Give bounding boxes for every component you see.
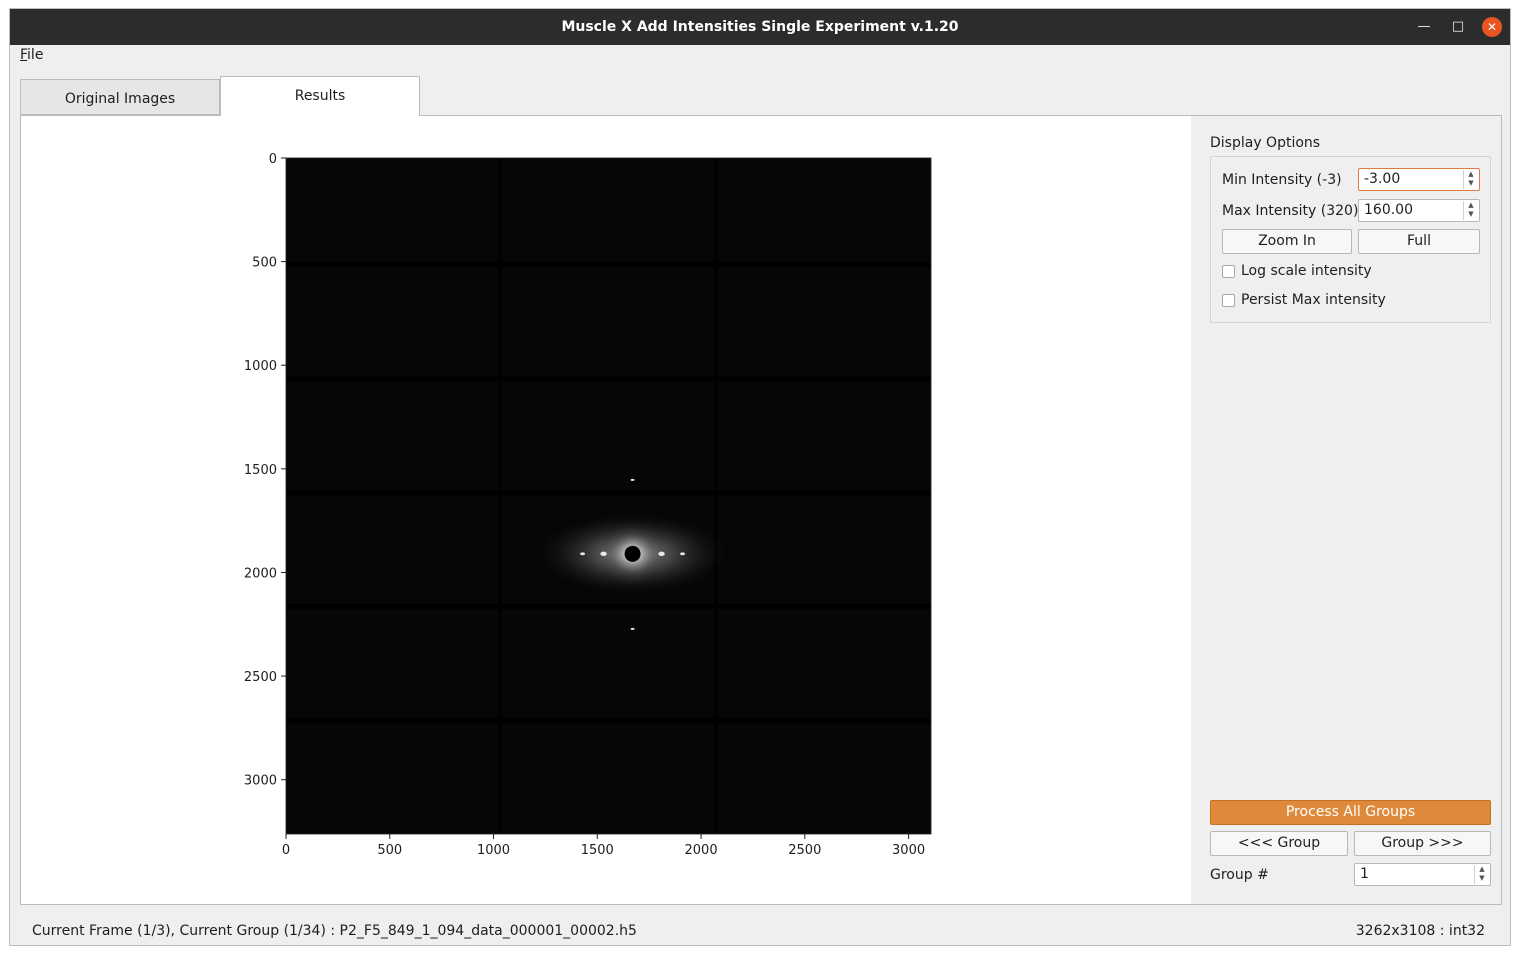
- max-intensity-value: 160.00: [1364, 202, 1413, 218]
- process-all-groups-button[interactable]: Process All Groups: [1210, 800, 1491, 825]
- prev-group-button[interactable]: <<< Group: [1210, 831, 1348, 856]
- y-tick-label: 1500: [244, 463, 277, 478]
- next-group-button[interactable]: Group >>>: [1354, 831, 1491, 856]
- detector-gap-horizontal: [286, 490, 931, 496]
- group-number-value: 1: [1360, 866, 1369, 882]
- image-plot-area: 0 500 1000 1500 2000 2500 3000 0 500 1000 1500 2000…: [21, 116, 1191, 904]
- y-tick-label: 2500: [244, 670, 277, 685]
- reflection-spot: [680, 552, 685, 556]
- maximize-icon[interactable]: □: [1448, 17, 1468, 37]
- side-panel: Display Options Min Intensity (-3) -3.00…: [1191, 116, 1501, 904]
- tab-results[interactable]: Results: [220, 76, 420, 116]
- display-options-group: Min Intensity (-3) -3.00 ▲ ▼ Max Intensit…: [1210, 156, 1491, 323]
- reflection-spot: [630, 627, 635, 630]
- display-options-title: Display Options: [1210, 135, 1321, 151]
- status-bar: Current Frame (1/3), Current Group (1/34…: [10, 915, 1510, 945]
- x-tick-label: 1000: [477, 843, 510, 858]
- x-tick-label: 1500: [581, 843, 614, 858]
- group-number-spinbox[interactable]: 1 ▲ ▼: [1354, 863, 1491, 886]
- log-scale-checkbox[interactable]: [1222, 265, 1235, 278]
- zoom-in-button[interactable]: Zoom In: [1222, 229, 1352, 254]
- reflection-spot: [580, 552, 585, 556]
- menu-bar: File: [10, 45, 1510, 67]
- persist-max-checkbox[interactable]: [1222, 294, 1235, 307]
- x-tick-label: 3000: [892, 843, 925, 858]
- y-tick-label: 0: [269, 152, 277, 167]
- image-background: [286, 158, 931, 834]
- spin-arrows-icon[interactable]: ▲ ▼: [1474, 865, 1489, 884]
- max-intensity-spinbox[interactable]: 160.00 ▲ ▼: [1358, 199, 1480, 222]
- beam-stop: [624, 545, 641, 562]
- max-intensity-label: Max Intensity (320): [1222, 203, 1359, 219]
- x-tick-label: 2500: [788, 843, 821, 858]
- detector-gap-vertical: [498, 158, 502, 834]
- detector-gap-horizontal: [286, 604, 931, 610]
- y-tick-label: 500: [252, 256, 277, 271]
- tab-original-images[interactable]: Original Images: [20, 79, 220, 115]
- x-tick-label: 500: [377, 843, 402, 858]
- results-panel: 0 500 1000 1500 2000 2500 3000 0 500 1000 1500 2000…: [20, 115, 1502, 905]
- app-window: Muscle X Add Intensities Single Experime…: [9, 8, 1511, 946]
- log-scale-label: Log scale intensity: [1241, 263, 1372, 279]
- detector-gap-horizontal: [286, 262, 931, 268]
- status-image-info: 3262x3108 : int32: [1355, 923, 1485, 939]
- spin-arrows-icon[interactable]: ▲ ▼: [1463, 201, 1478, 220]
- status-current-frame: Current Frame (1/3), Current Group (1/34…: [32, 923, 637, 939]
- persist-max-label: Persist Max intensity: [1241, 292, 1386, 308]
- min-intensity-value: -3.00: [1364, 171, 1401, 187]
- y-tick-label: 3000: [244, 774, 277, 789]
- minimize-icon[interactable]: —: [1414, 17, 1434, 37]
- full-button[interactable]: Full: [1358, 229, 1480, 254]
- detector-gap-vertical: [714, 158, 718, 834]
- y-tick-label: 2000: [244, 566, 277, 581]
- detector-gap-horizontal: [286, 376, 931, 382]
- reflection-spot: [600, 551, 607, 557]
- group-number-label: Group #: [1210, 867, 1269, 883]
- menu-file[interactable]: File: [20, 47, 43, 63]
- spin-arrows-icon[interactable]: ▲ ▼: [1463, 170, 1478, 189]
- min-intensity-spinbox[interactable]: -3.00 ▲ ▼: [1358, 168, 1480, 191]
- reflection-spot: [630, 478, 635, 481]
- x-tick-label: 2000: [685, 843, 718, 858]
- min-intensity-label: Min Intensity (-3): [1222, 172, 1342, 188]
- x-tick-label: 0: [282, 843, 290, 858]
- close-icon[interactable]: ✕: [1482, 17, 1502, 37]
- window-title: Muscle X Add Intensities Single Experime…: [561, 19, 959, 35]
- diffraction-image-plot[interactable]: 0 500 1000 1500 2000 2500 3000 0 500 1000 1500 2000…: [21, 116, 1191, 904]
- y-tick-label: 1000: [244, 359, 277, 374]
- title-bar[interactable]: Muscle X Add Intensities Single Experime…: [10, 9, 1510, 45]
- reflection-spot: [658, 551, 665, 557]
- detector-gap-horizontal: [286, 718, 931, 724]
